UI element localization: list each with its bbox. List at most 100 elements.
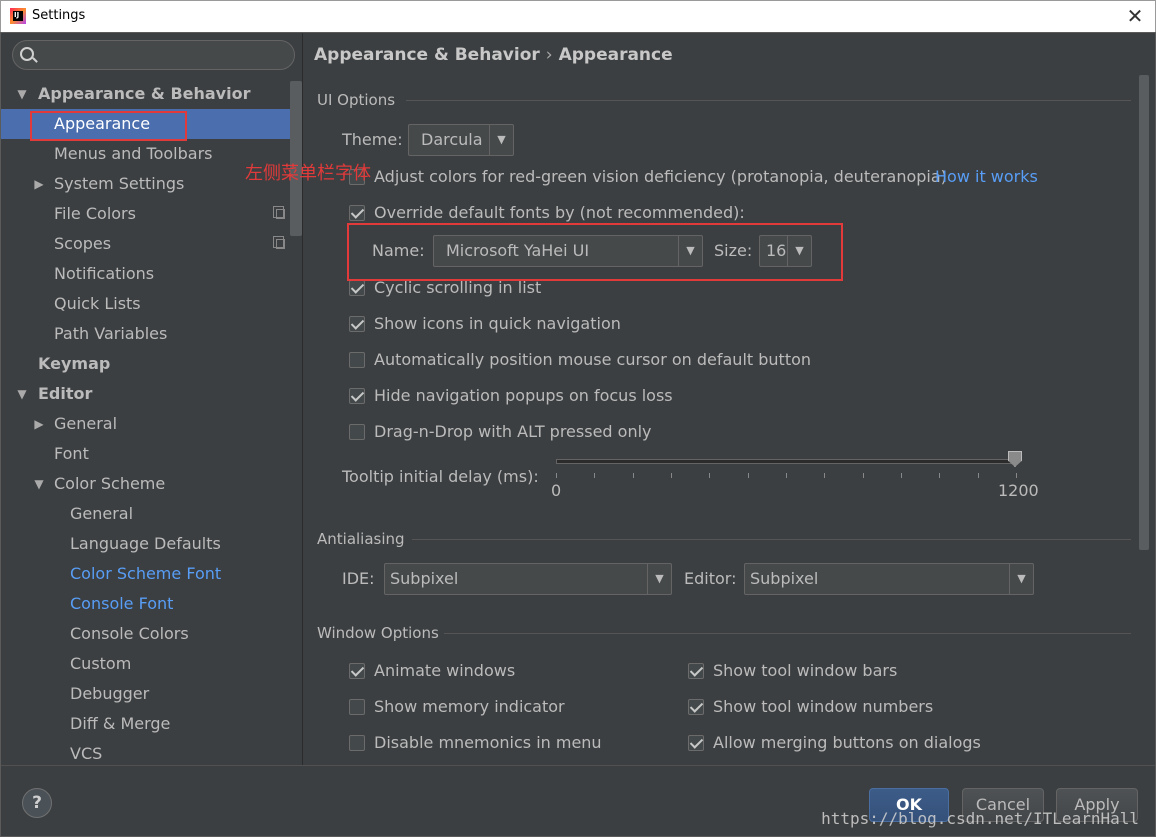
tooltip-delay-label: Tooltip initial delay (ms): xyxy=(342,467,539,486)
sidebar-item-label: Debugger xyxy=(70,684,150,703)
close-icon[interactable]: ✕ xyxy=(1123,5,1147,27)
font-name-dropdown[interactable]: Microsoft YaHei UI ▼ xyxy=(433,235,703,267)
sidebar-item-debugger[interactable]: Debugger xyxy=(1,679,302,709)
sidebar-item-color-scheme-font[interactable]: Color Scheme Font xyxy=(1,559,302,589)
slider-tick xyxy=(556,473,557,478)
sidebar-item-editor-general[interactable]: ▶ General xyxy=(1,409,302,439)
font-name-label: Name: xyxy=(372,241,425,260)
slider-tick xyxy=(977,473,979,478)
sidebar-item-appearance[interactable]: Appearance xyxy=(1,109,302,139)
search-icon xyxy=(20,47,34,61)
sidebar-item-console-colors[interactable]: Console Colors xyxy=(1,619,302,649)
sidebar-item-notifications[interactable]: Notifications xyxy=(1,259,302,289)
sidebar-item-quick-lists[interactable]: Quick Lists xyxy=(1,289,302,319)
section-title-antialiasing: Antialiasing xyxy=(317,530,405,548)
chevron-down-icon[interactable]: ▼ xyxy=(15,379,29,409)
sidebar-item-path-variables[interactable]: Path Variables xyxy=(1,319,302,349)
search-input[interactable] xyxy=(43,45,288,65)
ide-antialiasing-value: Subpixel xyxy=(390,569,459,588)
chevron-down-icon[interactable]: ▼ xyxy=(15,79,29,109)
sidebar-item-color-scheme[interactable]: ▼ Color Scheme xyxy=(1,469,302,499)
sidebar-item-label: Editor xyxy=(38,384,93,403)
settings-window: ▼ Appearance & Behavior Appearance Menus… xyxy=(0,32,1156,837)
ide-antialiasing-dropdown[interactable]: Subpixel ▼ xyxy=(384,563,672,595)
show-icons-label: Show icons in quick navigation xyxy=(374,314,621,333)
sidebar-item-editor[interactable]: ▼ Editor xyxy=(1,379,302,409)
slider-tick xyxy=(632,473,634,478)
sidebar-item-label: Custom xyxy=(70,654,132,673)
drag-drop-checkbox[interactable] xyxy=(349,424,365,440)
watermark: https://blog.csdn.net/ITLearnHall xyxy=(821,809,1139,828)
sidebar: ▼ Appearance & Behavior Appearance Menus… xyxy=(1,33,303,765)
allow-merging-buttons-checkbox[interactable] xyxy=(688,735,704,751)
auto-position-label: Automatically position mouse cursor on d… xyxy=(374,350,812,369)
sidebar-item-label: Font xyxy=(54,444,89,463)
chevron-down-icon: ▼ xyxy=(489,125,513,155)
search-box[interactable] xyxy=(12,40,295,70)
project-level-icon xyxy=(273,206,285,219)
sidebar-item-diff-merge[interactable]: Diff & Merge xyxy=(1,709,302,739)
sidebar-item-label: Scopes xyxy=(54,234,112,253)
sidebar-item-appearance-behavior[interactable]: ▼ Appearance & Behavior xyxy=(1,79,302,109)
disable-mnemonics-checkbox[interactable] xyxy=(349,735,365,751)
chevron-down-icon[interactable]: ▼ xyxy=(32,469,46,499)
auto-position-checkbox[interactable] xyxy=(349,352,365,368)
sidebar-item-console-font[interactable]: Console Font xyxy=(1,589,302,619)
section-divider xyxy=(444,633,1131,634)
allow-merging-buttons-label: Allow merging buttons on dialogs xyxy=(713,733,981,752)
sidebar-item-label: File Colors xyxy=(54,204,136,223)
theme-label: Theme: xyxy=(342,130,403,149)
sidebar-item-scopes[interactable]: Scopes xyxy=(1,229,302,259)
project-level-icon xyxy=(273,236,285,249)
breadcrumb-parent[interactable]: Appearance & Behavior xyxy=(314,45,540,65)
help-button[interactable]: ? xyxy=(22,788,52,818)
dialog-footer: ? OK Cancel Apply https://blog.csdn.net/… xyxy=(1,765,1155,836)
slider-tick xyxy=(594,473,596,478)
tooltip-delay-slider-thumb[interactable] xyxy=(1008,451,1022,467)
chevron-right-icon[interactable]: ▶ xyxy=(32,169,46,199)
color-deficiency-label: Adjust colors for red-green vision defic… xyxy=(374,167,947,186)
breadcrumb: Appearance & Behavior › Appearance xyxy=(314,45,673,65)
show-icons-checkbox[interactable] xyxy=(349,316,365,332)
show-memory-indicator-label: Show memory indicator xyxy=(374,697,565,716)
sidebar-item-label: Diff & Merge xyxy=(70,714,171,733)
cyclic-scrolling-checkbox[interactable] xyxy=(349,280,365,296)
sidebar-item-custom[interactable]: Custom xyxy=(1,649,302,679)
sidebar-item-file-colors[interactable]: File Colors xyxy=(1,199,302,229)
sidebar-item-language-defaults[interactable]: Language Defaults xyxy=(1,529,302,559)
sidebar-item-font[interactable]: Font xyxy=(1,439,302,469)
title-bar: IJ Settings ✕ xyxy=(0,0,1156,32)
editor-antialiasing-dropdown[interactable]: Subpixel ▼ xyxy=(744,563,1034,595)
show-memory-indicator-checkbox[interactable] xyxy=(349,699,365,715)
show-tool-window-bars-checkbox[interactable] xyxy=(688,663,704,679)
tooltip-delay-slider-track[interactable] xyxy=(556,459,1018,464)
slider-tick xyxy=(939,473,941,478)
slider-tick xyxy=(862,473,864,478)
ide-label: IDE: xyxy=(342,569,375,588)
hide-popups-checkbox[interactable] xyxy=(349,388,365,404)
section-title-ui-options: UI Options xyxy=(317,91,396,109)
sidebar-item-color-scheme-general[interactable]: General xyxy=(1,499,302,529)
sidebar-item-label: General xyxy=(54,414,118,433)
sidebar-item-label: Appearance & Behavior xyxy=(38,84,251,103)
slider-tick xyxy=(671,473,672,478)
sidebar-item-label: System Settings xyxy=(54,174,185,193)
content-scrollbar[interactable] xyxy=(1139,75,1149,550)
intellij-logo-icon: IJ xyxy=(10,8,26,24)
chevron-right-icon[interactable]: ▶ xyxy=(32,409,46,439)
show-tool-window-numbers-checkbox[interactable] xyxy=(688,699,704,715)
section-title-window-options: Window Options xyxy=(317,624,439,642)
sidebar-item-label: Quick Lists xyxy=(54,294,141,313)
font-size-dropdown[interactable]: 16 ▼ xyxy=(759,235,812,267)
show-tool-window-bars-label: Show tool window bars xyxy=(713,661,898,680)
theme-dropdown[interactable]: Darcula ▼ xyxy=(408,124,514,156)
sidebar-item-keymap[interactable]: Keymap xyxy=(1,349,302,379)
settings-content: Appearance & Behavior › Appearance UI Opti… xyxy=(304,33,1155,765)
sidebar-item-vcs[interactable]: VCS xyxy=(1,739,302,765)
sidebar-item-label: VCS xyxy=(70,744,103,763)
show-tool-window-numbers-label: Show tool window numbers xyxy=(713,697,934,716)
animate-windows-checkbox[interactable] xyxy=(349,663,365,679)
how-it-works-link[interactable]: How it works xyxy=(935,167,1038,186)
font-size-value: 16 xyxy=(766,241,787,260)
override-fonts-checkbox[interactable] xyxy=(349,205,365,221)
